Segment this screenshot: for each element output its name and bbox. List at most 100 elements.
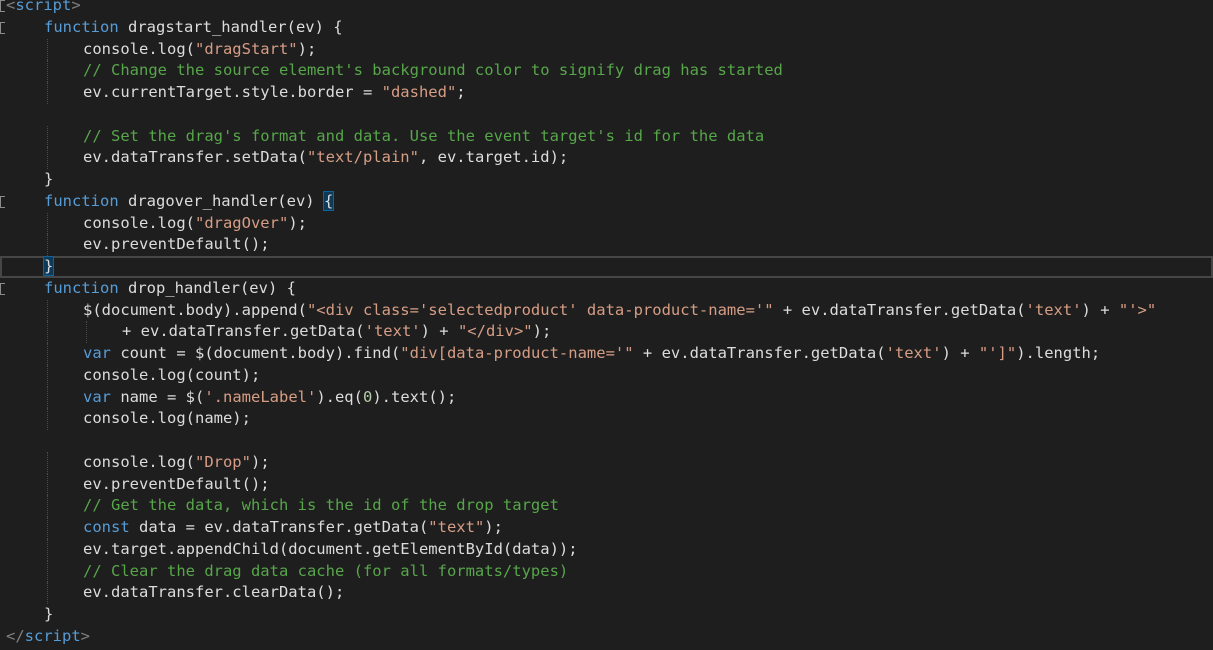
code-line[interactable]: // Get the data, which is the id of the … — [0, 495, 1213, 517]
code-token: ) + — [420, 322, 458, 341]
code-token: ev.target.appendChild(document.getElemen… — [83, 539, 578, 558]
code-token: "</div>" — [457, 322, 533, 341]
gutter-mark — [0, 343, 6, 365]
code-line[interactable]: <script> — [0, 0, 1213, 17]
code-line[interactable]: ev.dataTransfer.clearData(); — [0, 582, 1213, 604]
code-token: + ev.dataTransfer.getData( — [773, 300, 1026, 319]
code-line[interactable]: function drop_handler(ev) { — [0, 278, 1213, 300]
code-text: ev.currentTarget.style.border = "dashed"… — [83, 82, 466, 104]
code-line[interactable]: console.log(name); — [0, 408, 1213, 430]
indent-guide — [47, 364, 48, 387]
code-token: "'>" — [1118, 300, 1157, 319]
code-text: function dragover_handler(ev) { — [44, 190, 335, 213]
code-line[interactable] — [0, 430, 1213, 452]
code-token: ).text(); — [372, 387, 457, 406]
code-line[interactable]: </script> — [0, 626, 1213, 648]
code-line[interactable]: ev.currentTarget.style.border = "dashed"… — [0, 82, 1213, 104]
gutter-mark — [0, 365, 6, 387]
code-text: var name = $('.nameLabel').eq(0).text(); — [83, 387, 456, 409]
code-token: console.log(count); — [83, 365, 261, 384]
code-token: console.log( — [83, 213, 195, 232]
code-line[interactable]: } — [0, 256, 1213, 278]
code-line[interactable]: // Clear the drag data cache (for all fo… — [0, 560, 1213, 583]
code-line[interactable]: // Set the drag's format and data. Use t… — [0, 125, 1213, 148]
code-token: "dragOver" — [194, 213, 289, 232]
code-token: count = $(document.body).find( — [111, 344, 401, 362]
code-token: data = ev.dataTransfer.getData( — [129, 518, 429, 536]
code-line[interactable]: $(document.body).append("<div class='sel… — [0, 299, 1213, 322]
fold-marker-icon[interactable] — [0, 278, 6, 300]
code-text: // Change the source element's backgroun… — [83, 60, 783, 82]
code-token: ev.dataTransfer.clearData(); — [83, 583, 345, 602]
code-token: ); — [484, 518, 503, 536]
code-token: console.log(name); — [83, 409, 251, 428]
code-token: ); — [288, 213, 307, 232]
code-line[interactable]: function dragover_handler(ev) { — [0, 190, 1213, 213]
indent-guide — [47, 517, 48, 539]
code-token: // Set the drag's format and data. Use t… — [83, 126, 765, 145]
code-line[interactable]: } — [0, 604, 1213, 626]
code-token: const — [83, 518, 130, 536]
code-token: 'text' — [1025, 300, 1082, 319]
code-text: $(document.body).append("<div class='sel… — [83, 300, 1156, 322]
code-line[interactable]: var name = $('.nameLabel').eq(0).text(); — [0, 386, 1213, 409]
gutter-mark — [0, 82, 6, 104]
code-line[interactable]: ev.target.appendChild(document.getElemen… — [0, 538, 1213, 561]
gutter-mark — [0, 234, 6, 256]
indent-guide — [47, 38, 48, 61]
code-text: + ev.dataTransfer.getData('text') + "</d… — [122, 321, 551, 343]
code-text: function drop_handler(ev) { — [44, 278, 296, 300]
code-text: console.log("dragStart"); — [83, 39, 316, 61]
gutter-mark — [0, 104, 6, 126]
code-text: ev.target.appendChild(document.getElemen… — [83, 539, 578, 561]
fold-marker-icon[interactable] — [0, 17, 6, 39]
indent-guide — [47, 82, 48, 104]
code-token: // Clear the drag data cache (for all fo… — [83, 561, 569, 580]
code-token: var — [83, 387, 111, 406]
code-line[interactable]: } — [0, 169, 1213, 191]
code-line[interactable]: var count = $(document.body).find("div[d… — [0, 343, 1213, 365]
indent-guide — [47, 60, 48, 82]
code-line[interactable]: + ev.dataTransfer.getData('text') + "</d… — [0, 321, 1213, 343]
code-token: drop_handler(ev) { — [118, 278, 296, 297]
code-text: // Clear the drag data cache (for all fo… — [83, 561, 568, 583]
code-token: ) + — [941, 344, 979, 362]
gutter-mark — [0, 582, 6, 604]
fold-marker-icon[interactable] — [0, 191, 6, 213]
code-line[interactable]: console.log("dragOver"); — [0, 212, 1213, 235]
indent-guide — [47, 560, 48, 583]
code-line[interactable]: // Change the source element's backgroun… — [0, 60, 1213, 82]
code-token: } — [44, 605, 54, 623]
code-text: ev.dataTransfer.setData("text/plain", ev… — [83, 147, 568, 169]
code-line[interactable] — [0, 104, 1213, 126]
code-text: ev.preventDefault(); — [83, 474, 270, 496]
indent-guide — [47, 473, 48, 496]
gutter-mark — [0, 60, 6, 82]
code-token: "dragStart" — [194, 39, 298, 58]
code-token: + ev.dataTransfer.getData( — [122, 322, 365, 341]
code-token: "dashed" — [381, 83, 457, 101]
indent-guide — [47, 125, 48, 148]
code-line[interactable]: ev.preventDefault(); — [0, 234, 1213, 256]
code-token: ); — [250, 452, 270, 471]
code-line[interactable]: const data = ev.dataTransfer.getData("te… — [0, 517, 1213, 539]
code-line[interactable]: ev.dataTransfer.setData("text/plain", ev… — [0, 147, 1213, 169]
code-token: dragstart_handler(ev) { — [118, 17, 343, 36]
indent-guide — [47, 408, 48, 430]
code-token: > — [71, 0, 81, 14]
code-line[interactable]: function dragstart_handler(ev) { — [0, 17, 1213, 39]
code-token: ; — [456, 83, 466, 101]
gutter-mark — [0, 604, 6, 626]
code-line[interactable]: console.log(count); — [0, 364, 1213, 387]
code-text: console.log("dragOver"); — [83, 213, 307, 235]
gutter-mark — [0, 256, 6, 278]
code-editor[interactable]: <script> function dragstart_handler(ev) {… — [0, 0, 1213, 650]
code-token: "<div class='selectedproduct' data-produ… — [306, 300, 774, 319]
code-line[interactable]: console.log("dragStart"); — [0, 38, 1213, 61]
code-line[interactable]: ev.preventDefault(); — [0, 473, 1213, 496]
indent-guide — [47, 234, 48, 256]
code-line[interactable]: console.log("Drop"); — [0, 451, 1213, 474]
code-token: + ev.dataTransfer.getData( — [633, 344, 886, 362]
code-token: ); — [297, 39, 317, 58]
code-token: "text" — [428, 518, 485, 536]
